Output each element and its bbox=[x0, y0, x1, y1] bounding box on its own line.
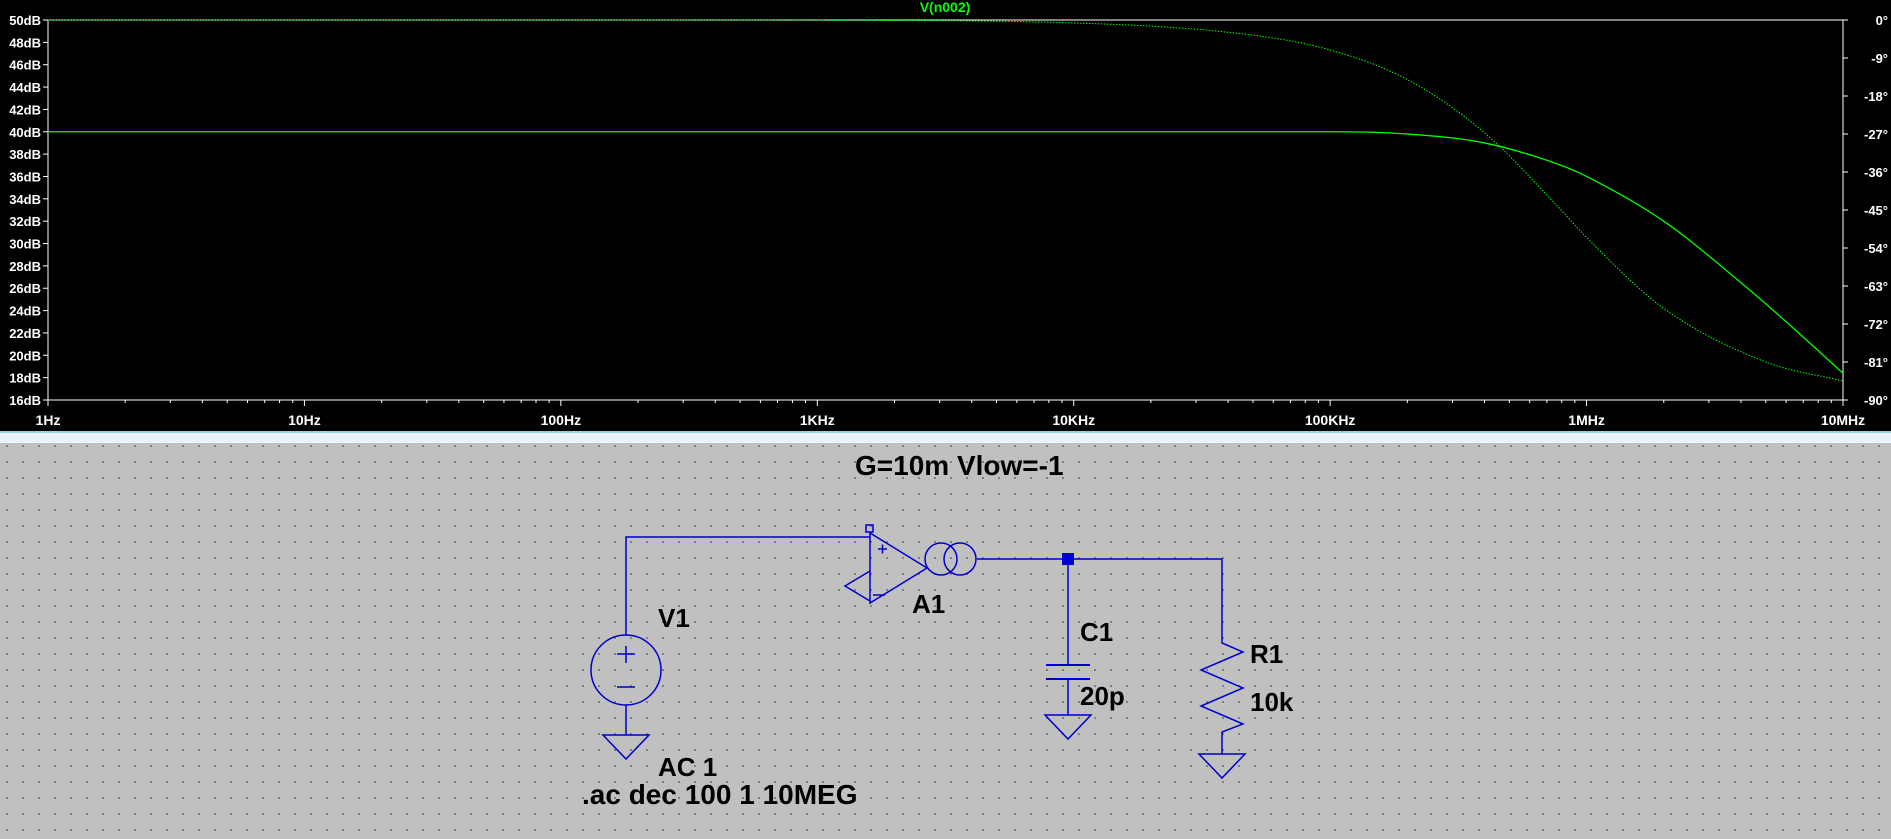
magnitude-tick-label: 20dB bbox=[9, 348, 41, 363]
magnitude-tick-label: 40dB bbox=[9, 125, 41, 140]
pane-splitter[interactable] bbox=[0, 431, 1891, 443]
magnitude-tick-label: 26dB bbox=[9, 281, 41, 296]
phase-tick-label: -54° bbox=[1864, 241, 1888, 256]
magnitude-tick-label: 36dB bbox=[9, 169, 41, 184]
frequency-tick-label: 1MHz bbox=[1568, 412, 1605, 428]
phase-tick-label: -27° bbox=[1864, 127, 1888, 142]
source-value-label[interactable]: AC 1 bbox=[658, 752, 717, 782]
junction-dot[interactable] bbox=[1062, 553, 1074, 565]
magnitude-tick-label: 16dB bbox=[9, 393, 41, 408]
magnitude-tick-label: 28dB bbox=[9, 259, 41, 274]
schematic-pane[interactable]: G=10m Vlow=-1 V1 AC 1 A1 C1 20p R1 10k .… bbox=[0, 443, 1891, 834]
resistor-value-label[interactable]: 10k bbox=[1250, 687, 1294, 717]
trace-label[interactable]: V(n002) bbox=[920, 0, 971, 15]
magnitude-tick-label: 30dB bbox=[9, 237, 41, 252]
amplifier-name-label[interactable]: A1 bbox=[912, 589, 945, 619]
magnitude-tick-label: 38dB bbox=[9, 147, 41, 162]
magnitude-tick-label: 48dB bbox=[9, 35, 41, 50]
traces bbox=[47, 19, 1844, 382]
magnitude-tick-label: 50dB bbox=[9, 13, 41, 28]
phase-tick-label: -36° bbox=[1864, 165, 1888, 180]
magnitude-tick-label: 32dB bbox=[9, 214, 41, 229]
waveform-pane[interactable]: V(n002) 50dB 48dB 46dB 44dB 42dB 40dB 38dB 36dB… bbox=[0, 0, 1891, 431]
phase-tick-label: -63° bbox=[1864, 279, 1888, 294]
resistor-name-label[interactable]: R1 bbox=[1250, 639, 1283, 669]
frequency-tick-label: 10MHz bbox=[1821, 412, 1865, 428]
magnitude-trace[interactable] bbox=[47, 131, 1844, 374]
magnitude-tick-label: 34dB bbox=[9, 192, 41, 207]
phase-tick-label: -90° bbox=[1864, 393, 1888, 408]
capacitor-value-label[interactable]: 20p bbox=[1080, 681, 1125, 711]
magnitude-tick-label: 18dB bbox=[9, 371, 41, 386]
magnitude-axis: 50dB 48dB 46dB 44dB 42dB 40dB 38dB 36dB 34dB 32dB… bbox=[9, 13, 48, 408]
magnitude-tick-label: 46dB bbox=[9, 58, 41, 73]
phase-tick-label: -81° bbox=[1864, 355, 1888, 370]
plot-frame bbox=[47, 19, 1844, 401]
frequency-axis: 1Hz 10Hz 100Hz 1KHz 10KHz 100KHz 1MHz 10MHz bbox=[36, 400, 1865, 428]
source-name-label[interactable]: V1 bbox=[658, 603, 690, 633]
phase-tick-label: -9° bbox=[1871, 51, 1888, 66]
amplifier-params-text[interactable]: G=10m Vlow=-1 bbox=[855, 450, 1064, 481]
magnitude-tick-label: 24dB bbox=[9, 304, 41, 319]
frequency-tick-label: 100KHz bbox=[1305, 412, 1356, 428]
ltspice-window: V(n002) 50dB 48dB 46dB 44dB 42dB 40dB 38dB 36dB… bbox=[0, 0, 1891, 834]
grid-dots bbox=[0, 443, 1891, 834]
schematic-canvas[interactable]: G=10m Vlow=-1 V1 AC 1 A1 C1 20p R1 10k .… bbox=[0, 443, 1891, 834]
waveform-plot[interactable]: V(n002) 50dB 48dB 46dB 44dB 42dB 40dB 38dB 36dB… bbox=[0, 0, 1891, 431]
capacitor-name-label[interactable]: C1 bbox=[1080, 617, 1113, 647]
simulation-command-text[interactable]: .ac dec 100 1 10MEG bbox=[582, 779, 858, 810]
phase-trace[interactable] bbox=[47, 19, 1844, 382]
phase-tick-label: -18° bbox=[1864, 89, 1888, 104]
magnitude-tick-label: 44dB bbox=[9, 80, 41, 95]
magnitude-tick-label: 22dB bbox=[9, 326, 41, 341]
phase-tick-label: -72° bbox=[1864, 317, 1888, 332]
frequency-tick-label: 10Hz bbox=[288, 412, 321, 428]
magnitude-tick-label: 42dB bbox=[9, 102, 41, 117]
frequency-tick-label: 100Hz bbox=[541, 412, 581, 428]
phase-tick-label: 0° bbox=[1876, 13, 1888, 28]
phase-axis: 0° -9° -18° -27° -36° -45° -54° -63° -72° -81° -90… bbox=[1843, 13, 1888, 408]
frequency-tick-label: 1KHz bbox=[800, 412, 835, 428]
frequency-tick-label: 10KHz bbox=[1052, 412, 1095, 428]
frequency-tick-label: 1Hz bbox=[36, 412, 61, 428]
phase-tick-label: -45° bbox=[1864, 203, 1888, 218]
